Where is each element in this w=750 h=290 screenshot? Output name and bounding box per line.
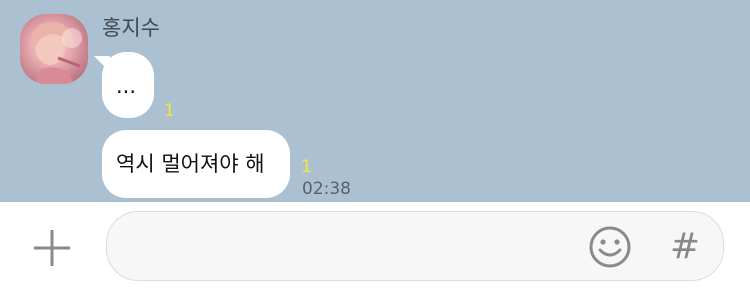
- hashtag-icon[interactable]: #: [668, 227, 702, 267]
- unread-count-1: 1: [164, 101, 175, 121]
- message-bubble-1[interactable]: ...: [102, 52, 154, 118]
- sender-avatar[interactable]: [20, 14, 88, 84]
- sender-name: 홍지수: [102, 16, 160, 40]
- unread-count-2: 1: [301, 157, 312, 177]
- emoji-icon[interactable]: [588, 225, 632, 269]
- message-timestamp: 02:38: [302, 179, 351, 199]
- chat-area: 홍지수 ... 1 역시 멀어져야 해 1 02:38: [0, 0, 750, 202]
- avatar-image: [30, 22, 82, 84]
- plus-icon[interactable]: [30, 226, 74, 270]
- message-bubble-2[interactable]: 역시 멀어져야 해: [102, 130, 290, 198]
